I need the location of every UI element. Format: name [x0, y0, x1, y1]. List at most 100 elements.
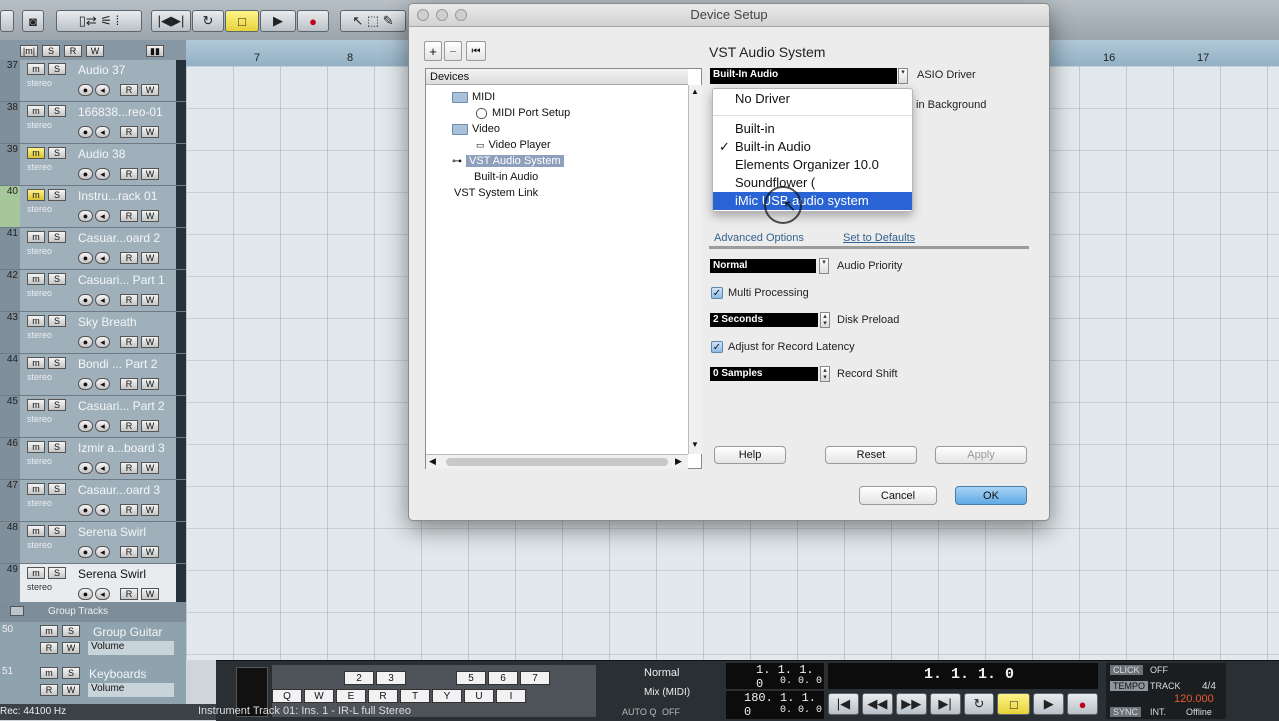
record-enable-button[interactable]: ●	[78, 210, 93, 222]
write-button[interactable]: W	[141, 546, 159, 558]
record-enable-button[interactable]: ●	[78, 84, 93, 96]
scroll-up-icon[interactable]: ▲	[691, 87, 699, 96]
write-button[interactable]: W	[141, 168, 159, 180]
record-enable-button[interactable]: ●	[78, 336, 93, 348]
record-icon[interactable]: ●	[297, 10, 329, 32]
keyboard-key[interactable]: W	[304, 689, 334, 703]
stop-icon[interactable]: □	[225, 10, 259, 32]
tempo-label[interactable]: TEMPO	[1110, 681, 1149, 691]
track-header-button[interactable]: R	[64, 45, 82, 57]
track-row[interactable]: 41 m S Casuar...oard 2 stereo ● ◂ R W	[0, 228, 186, 270]
keyboard-key[interactable]: 6	[488, 671, 518, 685]
mute-button[interactable]: m	[27, 525, 45, 537]
tree-item-midi-port-setup[interactable]: MIDI Port Setup	[476, 107, 570, 119]
record-enable-button[interactable]: ●	[78, 126, 93, 138]
solo-button[interactable]: S	[48, 567, 66, 579]
write-button[interactable]: W	[141, 252, 159, 264]
ok-button[interactable]: OK	[955, 486, 1027, 505]
track-row[interactable]: 48 m S Serena Swirl stereo ● ◂ R W	[0, 522, 186, 564]
track-row[interactable]: 46 m S Izmir a...board 3 stereo ● ◂ R W	[0, 438, 186, 480]
auto-quantize-value[interactable]: OFF	[662, 707, 680, 717]
read-button[interactable]: R	[120, 210, 138, 222]
menu-item-elements-organizer[interactable]: Elements Organizer 10.0	[713, 156, 912, 174]
reset-device-button[interactable]: ⏮	[466, 41, 486, 61]
track-header-button[interactable]: S	[42, 45, 60, 57]
monitor-button[interactable]: ◂	[95, 504, 110, 516]
set-to-defaults-link[interactable]: Set to Defaults	[843, 232, 915, 244]
menu-item-built-in-audio[interactable]: ✓ Built-in Audio	[713, 138, 912, 156]
tree-item-vst-system-link[interactable]: VST System Link	[454, 187, 538, 199]
apply-button[interactable]: Apply	[935, 446, 1027, 464]
record-icon[interactable]: ●	[1067, 693, 1099, 715]
write-button[interactable]: W	[141, 210, 159, 222]
monitor-button[interactable]: ◂	[95, 252, 110, 264]
solo-button[interactable]: S	[48, 399, 66, 411]
monitor-button[interactable]: ◂	[95, 588, 110, 600]
add-device-button[interactable]: +	[424, 41, 442, 61]
track-row[interactable]: 43 m S Sky Breath stereo ● ◂ R W	[0, 312, 186, 354]
mute-button[interactable]: m	[27, 567, 45, 579]
solo-button[interactable]: S	[62, 667, 80, 679]
keyboard-key[interactable]: 3	[376, 671, 406, 685]
keyboard-key[interactable]: 2	[344, 671, 374, 685]
track-row[interactable]: 44 m S Bondi ... Part 2 stereo ● ◂ R W	[0, 354, 186, 396]
write-button[interactable]: W	[141, 588, 159, 600]
write-button[interactable]: W	[141, 294, 159, 306]
solo-button[interactable]: S	[48, 147, 66, 159]
record-enable-button[interactable]: ●	[78, 378, 93, 390]
keyboard-key[interactable]: T	[400, 689, 430, 703]
group-track-row[interactable]: 51 m S Keyboards R W Volume	[0, 664, 186, 706]
solo-button[interactable]: S	[48, 525, 66, 537]
monitor-button[interactable]: ◂	[95, 546, 110, 558]
solo-button[interactable]: S	[62, 625, 80, 637]
mute-button[interactable]: m	[27, 357, 45, 369]
monitor-button[interactable]: ◂	[95, 336, 110, 348]
stop-icon[interactable]: □	[997, 693, 1031, 715]
mute-button[interactable]: m	[27, 147, 45, 159]
keyboard-key[interactable]: 5	[456, 671, 486, 685]
record-mode[interactable]: Normal	[644, 667, 679, 679]
mute-button[interactable]: m	[27, 399, 45, 411]
tree-item-video[interactable]: Video	[452, 123, 500, 135]
write-button[interactable]: W	[141, 84, 159, 96]
devices-horizontal-scrollbar[interactable]: ◀ ▶	[426, 454, 688, 469]
record-enable-button[interactable]: ●	[78, 462, 93, 474]
solo-button[interactable]: S	[48, 105, 66, 117]
rewind-icon[interactable]: ◀◀	[861, 693, 893, 715]
group-folder-row[interactable]: Group Tracks	[0, 602, 186, 623]
write-button[interactable]: W	[141, 462, 159, 474]
go-to-start-icon[interactable]: |◀	[828, 693, 859, 715]
mute-button[interactable]: m	[27, 441, 45, 453]
right-locator-display[interactable]: 180. 1. 1. 0 0. 0. 0	[726, 691, 824, 719]
read-button[interactable]: R	[120, 84, 138, 96]
monitor-button[interactable]: ◂	[95, 420, 110, 432]
menu-item-built-in[interactable]: Built-in	[713, 120, 912, 138]
left-locator-display[interactable]: 1. 1. 1. 0 0. 0. 0	[726, 663, 824, 691]
window-layout-icons[interactable]: ▯⇄ ⚟ ⁞	[56, 10, 142, 32]
keyboard-key[interactable]: I	[496, 689, 526, 703]
write-button[interactable]: W	[62, 684, 80, 696]
track-row[interactable]: 39 m S Audio 38 stereo ● ◂ R W	[0, 144, 186, 186]
mute-button[interactable]: m	[27, 105, 45, 117]
dialog-titlebar[interactable]: Device Setup	[409, 4, 1049, 27]
disk-preload-stepper[interactable]: ▴ ▾	[820, 312, 830, 328]
fast-forward-icon[interactable]: ▶▶	[895, 693, 927, 715]
keyboard-key[interactable]: U	[464, 689, 494, 703]
mute-button[interactable]: m	[27, 189, 45, 201]
menu-item-no-driver[interactable]: No Driver	[713, 90, 912, 108]
read-button[interactable]: R	[120, 168, 138, 180]
solo-button[interactable]: S	[48, 273, 66, 285]
write-button[interactable]: W	[141, 126, 159, 138]
monitor-button[interactable]: ◂	[95, 378, 110, 390]
write-button[interactable]: W	[62, 642, 80, 654]
inspector-icon[interactable]: ◙	[22, 10, 44, 32]
track-header-button[interactable]: W	[86, 45, 104, 57]
scroll-left-icon[interactable]: ◀	[429, 456, 436, 467]
read-button[interactable]: R	[120, 420, 138, 432]
mute-button[interactable]: m	[27, 315, 45, 327]
solo-button[interactable]: S	[48, 63, 66, 75]
keyboard-key[interactable]: E	[336, 689, 366, 703]
solo-button[interactable]: S	[48, 315, 66, 327]
help-button[interactable]: Help	[714, 446, 786, 464]
write-button[interactable]: W	[141, 420, 159, 432]
